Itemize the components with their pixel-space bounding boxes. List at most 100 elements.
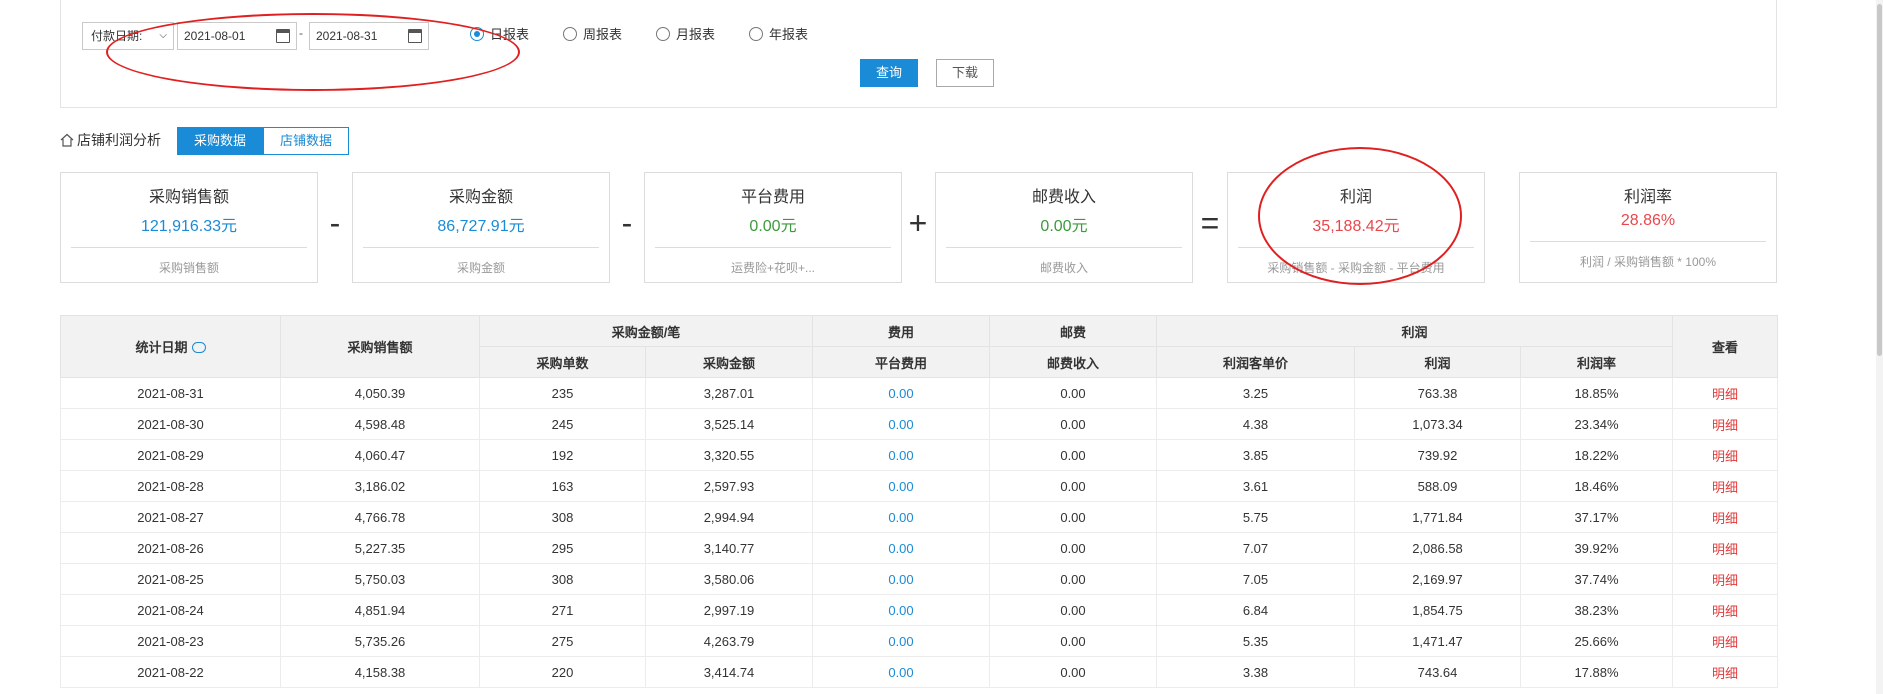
cell-postage-income: 0.00 xyxy=(989,625,1157,657)
card-title: 利润率 xyxy=(1623,189,1672,206)
calendar-icon[interactable] xyxy=(408,29,422,43)
radio-unchecked-icon[interactable] xyxy=(563,26,577,41)
cell-profit-rate: 18.46% xyxy=(1519,470,1674,502)
card-value: 121,916.33元 xyxy=(140,218,238,235)
table-row: 2021-08-30 4,598.48 245 3,525.14 0.00 0.00 4.3… xyxy=(60,408,1779,440)
cell-profit: 1,854.75 xyxy=(1354,594,1521,626)
card-title: 采购销售额 xyxy=(148,189,229,206)
cell-sales: 4,851.94 xyxy=(280,594,480,626)
tab-shop-data[interactable]: 店铺数据 xyxy=(263,127,349,155)
cell-platform-fee[interactable]: 0.00 xyxy=(812,532,990,564)
cell-sales: 4,060.47 xyxy=(280,439,480,471)
home-icon xyxy=(60,133,74,147)
header-date[interactable]: 统计日期 xyxy=(60,315,281,378)
cell-profit-rate: 37.74% xyxy=(1519,563,1674,595)
radio-unchecked-icon[interactable] xyxy=(656,26,670,41)
cell-platform-fee[interactable]: 0.00 xyxy=(812,656,990,688)
cell-postage-income: 0.00 xyxy=(989,563,1157,595)
cell-profit-per-order: 3.25 xyxy=(1156,377,1355,409)
card-purchase-amount: 采购金额 86,727.91元 采购金额 xyxy=(352,172,610,283)
cell-platform-fee[interactable]: 0.00 xyxy=(812,377,990,409)
cell-profit-per-order: 3.85 xyxy=(1156,439,1355,471)
radio-daily-report[interactable]: 日报表 xyxy=(470,24,529,43)
header-profit-group: 利润 xyxy=(1155,315,1674,347)
cell-profit-rate: 17.88% xyxy=(1519,656,1674,688)
cell-date: 2021-08-28 xyxy=(60,470,281,502)
start-date-input[interactable]: 2021-08-01 xyxy=(177,22,297,50)
card-title: 采购金额 xyxy=(448,189,513,206)
card-description: 采购销售额 xyxy=(158,261,219,275)
date-type-select[interactable]: 付款日期: ⌵ xyxy=(82,22,174,50)
radio-yearly-report[interactable]: 年报表 xyxy=(749,24,808,43)
radio-monthly-report[interactable]: 月报表 xyxy=(656,24,715,43)
header-purchase-group: 采购金额/笔 xyxy=(479,315,813,347)
table-row: 2021-08-26 5,227.35 295 3,140.77 0.00 0.00 7.0… xyxy=(60,532,1779,564)
cell-detail-link[interactable]: 明细 xyxy=(1672,439,1779,471)
page-scrollbar[interactable] xyxy=(1876,0,1883,694)
cell-sales: 4,766.78 xyxy=(280,501,480,533)
header-postage-group: 邮费 xyxy=(989,315,1157,347)
cell-detail-link[interactable]: 明细 xyxy=(1672,408,1779,440)
radio-label: 月报表 xyxy=(676,27,716,42)
download-button[interactable]: 下载 xyxy=(936,59,994,87)
query-button[interactable]: 查询 xyxy=(860,59,918,87)
radio-unchecked-icon[interactable] xyxy=(749,26,763,41)
cell-detail-link[interactable]: 明细 xyxy=(1672,532,1779,564)
cell-sales: 5,735.26 xyxy=(280,625,480,657)
card-divider xyxy=(71,247,307,248)
cell-platform-fee[interactable]: 0.00 xyxy=(812,439,990,471)
cell-profit-rate: 38.23% xyxy=(1519,594,1674,626)
cell-platform-fee[interactable]: 0.00 xyxy=(812,625,990,657)
table-row: 2021-08-24 4,851.94 271 2,997.19 0.00 0.00 6.8… xyxy=(60,594,1779,626)
cell-profit-per-order: 3.61 xyxy=(1156,470,1355,502)
header-fee-group: 费用 xyxy=(812,315,990,347)
cell-detail-link[interactable]: 明细 xyxy=(1672,594,1779,626)
radio-weekly-report[interactable]: 周报表 xyxy=(563,24,622,43)
cell-profit-rate: 25.66% xyxy=(1519,625,1674,657)
cell-platform-fee[interactable]: 0.00 xyxy=(812,563,990,595)
cell-detail-link[interactable]: 明细 xyxy=(1672,563,1779,595)
card-divider xyxy=(1530,241,1766,242)
cell-detail-link[interactable]: 明细 xyxy=(1672,377,1779,409)
tab-purchase-data[interactable]: 采购数据 xyxy=(177,127,263,155)
table-row: 2021-08-25 5,750.03 308 3,580.06 0.00 0.00 7.0… xyxy=(60,563,1779,595)
card-description: 利润 / 采购销售额 * 100% xyxy=(1579,255,1717,269)
cell-platform-fee[interactable]: 0.00 xyxy=(812,408,990,440)
cell-detail-link[interactable]: 明细 xyxy=(1672,470,1779,502)
cell-purchase-amount: 2,994.94 xyxy=(645,501,813,533)
cell-order-count: 235 xyxy=(479,377,646,409)
date-range-separator: - xyxy=(299,26,303,40)
cell-detail-link[interactable]: 明细 xyxy=(1672,656,1779,688)
cell-purchase-amount: 3,525.14 xyxy=(645,408,813,440)
cell-profit: 2,169.97 xyxy=(1354,563,1521,595)
cell-detail-link[interactable]: 明细 xyxy=(1672,501,1779,533)
header-profit-rate: 利润率 xyxy=(1519,346,1674,378)
cell-platform-fee[interactable]: 0.00 xyxy=(812,594,990,626)
cell-platform-fee[interactable]: 0.00 xyxy=(812,470,990,502)
calendar-icon[interactable] xyxy=(276,29,290,43)
header-profit: 利润 xyxy=(1354,346,1521,378)
radio-checked-icon[interactable] xyxy=(470,26,484,41)
cell-date: 2021-08-30 xyxy=(60,408,281,440)
cell-detail-link[interactable]: 明细 xyxy=(1672,625,1779,657)
cell-order-count: 220 xyxy=(479,656,646,688)
cell-purchase-amount: 3,320.55 xyxy=(645,439,813,471)
card-description: 邮费收入 xyxy=(1039,261,1088,275)
comment-icon[interactable] xyxy=(191,342,206,353)
end-date-input[interactable]: 2021-08-31 xyxy=(309,22,429,50)
minus-operator: - xyxy=(329,205,341,241)
cell-postage-income: 0.00 xyxy=(989,377,1157,409)
cell-postage-income: 0.00 xyxy=(989,470,1157,502)
cell-order-count: 192 xyxy=(479,439,646,471)
cell-platform-fee[interactable]: 0.00 xyxy=(812,501,990,533)
cell-sales: 4,050.39 xyxy=(280,377,480,409)
cell-profit-per-order: 7.05 xyxy=(1156,563,1355,595)
table-row: 2021-08-22 4,158.38 220 3,414.74 0.00 0.00 3.3… xyxy=(60,656,1779,688)
header-sales: 采购销售额 xyxy=(280,315,480,378)
card-platform-fee: 平台费用 0.00元 运费险+花呗+... xyxy=(644,172,902,283)
header-date-label: 统计日期 xyxy=(135,340,188,355)
profit-table: 统计日期 采购销售额 采购金额/笔 费用 邮费 利润 查看 采购单数 采购金额 … xyxy=(60,315,1779,688)
scrollbar-thumb[interactable] xyxy=(1877,4,1882,356)
cell-profit-rate: 18.85% xyxy=(1519,377,1674,409)
cell-sales: 3,186.02 xyxy=(280,470,480,502)
